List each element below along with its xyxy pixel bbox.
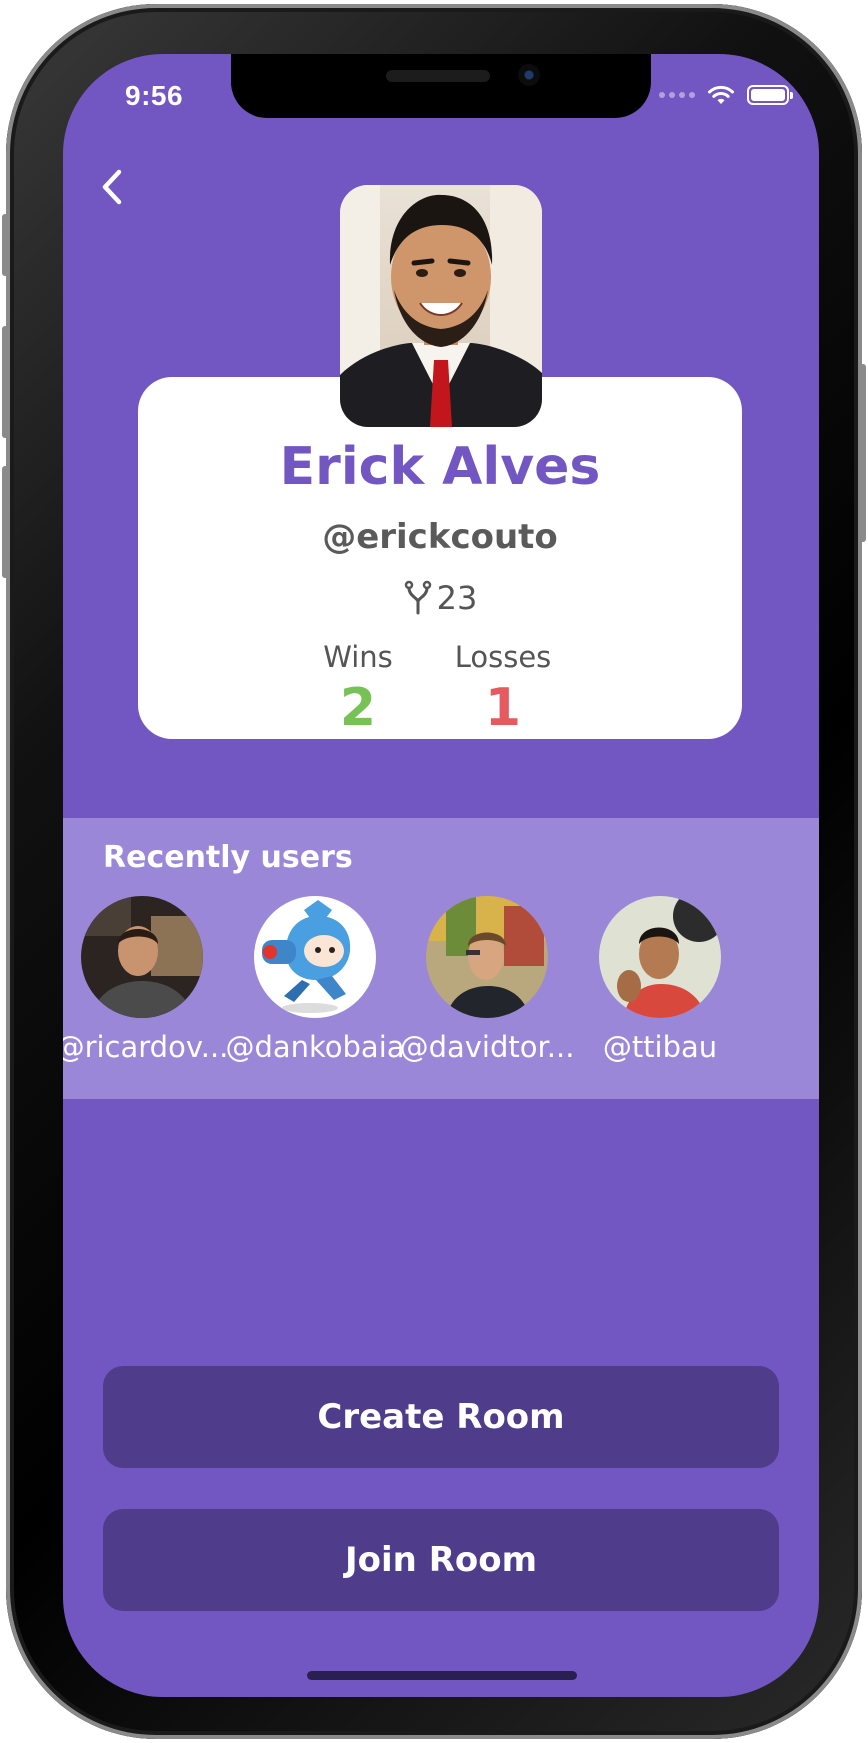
wins-stat: Wins 2 <box>313 640 403 738</box>
earpiece-speaker <box>386 70 490 82</box>
home-indicator[interactable] <box>307 1671 577 1680</box>
back-button[interactable] <box>91 162 131 212</box>
phone-frame: 9:56 Erick Alves @erickcouto 23 Wins 2 L… <box>2 4 866 1739</box>
power-button <box>859 364 866 542</box>
user-avatar <box>426 896 548 1018</box>
wifi-icon <box>708 85 734 104</box>
losses-value: 1 <box>484 678 522 738</box>
status-indicators <box>659 84 793 106</box>
recent-users-section: Recently users @ricardov... @dankobaia @… <box>63 818 819 1099</box>
recent-user[interactable]: @ricardov... <box>63 896 237 1064</box>
join-room-button[interactable]: Join Room <box>103 1509 779 1611</box>
user-handle: @dankobaia <box>225 1030 405 1064</box>
profile-name: Erick Alves <box>279 437 601 497</box>
create-room-button[interactable]: Create Room <box>103 1366 779 1468</box>
silent-switch <box>2 214 9 276</box>
recent-user[interactable]: @ttibau <box>565 896 755 1064</box>
points-value: 23 <box>436 579 478 617</box>
volume-up-button <box>2 326 9 438</box>
notch <box>231 54 651 118</box>
recent-user[interactable]: @davidtor... <box>392 896 582 1064</box>
battery-icon <box>747 85 793 105</box>
status-time: 9:56 <box>125 80 184 111</box>
profile-card: Erick Alves @erickcouto 23 Wins 2 Losses… <box>138 377 742 739</box>
losses-label: Losses <box>454 640 552 674</box>
front-camera <box>518 64 540 86</box>
points-row: 23 <box>138 579 742 617</box>
slingshot-icon <box>404 580 431 615</box>
user-handle: @ricardov... <box>63 1030 229 1064</box>
user-avatar <box>254 896 376 1018</box>
profile-avatar <box>340 185 542 427</box>
app-screen: 9:56 Erick Alves @erickcouto 23 Wins 2 L… <box>63 54 819 1697</box>
user-handle: @ttibau <box>602 1030 718 1064</box>
profile-handle: @erickcouto <box>322 517 558 557</box>
wins-label: Wins <box>323 640 393 674</box>
wins-value: 2 <box>339 678 377 738</box>
recent-users-title: Recently users <box>103 840 353 875</box>
battery-fill <box>751 89 785 101</box>
volume-down-button <box>2 466 9 578</box>
chevron-left-icon <box>102 169 122 205</box>
losses-stat: Losses 1 <box>448 640 558 738</box>
signal-icon <box>659 92 695 98</box>
recent-user[interactable]: @dankobaia <box>220 896 410 1064</box>
user-avatar <box>81 896 203 1018</box>
user-avatar <box>599 896 721 1018</box>
user-handle: @davidtor... <box>399 1030 575 1064</box>
